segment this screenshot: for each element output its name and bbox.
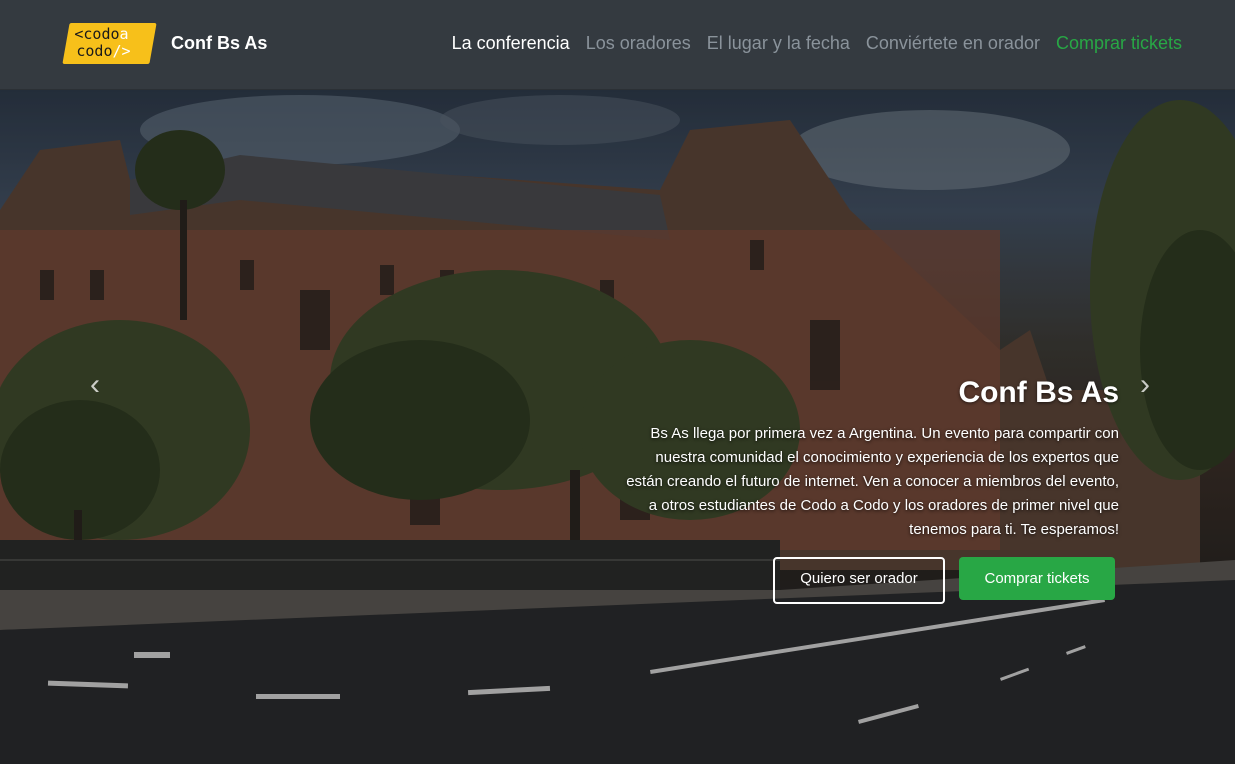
main-nav: La conferencia Los oradores El lugar y l… (452, 33, 1182, 54)
nav-la-conferencia[interactable]: La conferencia (452, 33, 570, 54)
navbar: <codoa codo/> Conf Bs As La conferencia … (0, 0, 1235, 90)
nav-comprar-tickets[interactable]: Comprar tickets (1056, 33, 1182, 54)
comprar-tickets-button[interactable]: Comprar tickets (959, 557, 1115, 600)
nav-lugar-fecha[interactable]: El lugar y la fecha (707, 33, 850, 54)
logo-text-3: codo (76, 42, 113, 60)
codo-a-codo-logo[interactable]: <codoa codo/> (62, 23, 157, 64)
hero-description: Bs As llega por primera vez a Argentina.… (626, 425, 1119, 538)
hero-title: Conf Bs As (958, 376, 1119, 409)
brand-title[interactable]: Conf Bs As (171, 33, 267, 54)
hero-actions: Quiero ser orador Comprar tickets (773, 557, 1115, 604)
nav-conviertete-orador[interactable]: Conviértete en orador (866, 33, 1040, 54)
logo-text-1: <codo (74, 25, 120, 43)
carousel-next-button[interactable]: › (1130, 370, 1160, 400)
chevron-left-icon: ‹ (90, 368, 100, 401)
hero-caption: Conf Bs As Bs As llega por primera vez a… (619, 376, 1119, 542)
hero-carousel: ‹ › Conf Bs As Bs As llega por primera v… (0, 90, 1235, 764)
chevron-right-icon: › (1140, 368, 1150, 401)
logo-text-4: /> (112, 42, 131, 60)
quiero-ser-orador-button[interactable]: Quiero ser orador (773, 557, 945, 604)
logo-text-2: a (119, 25, 129, 43)
nav-los-oradores[interactable]: Los oradores (586, 33, 691, 54)
carousel-prev-button[interactable]: ‹ (80, 370, 110, 400)
